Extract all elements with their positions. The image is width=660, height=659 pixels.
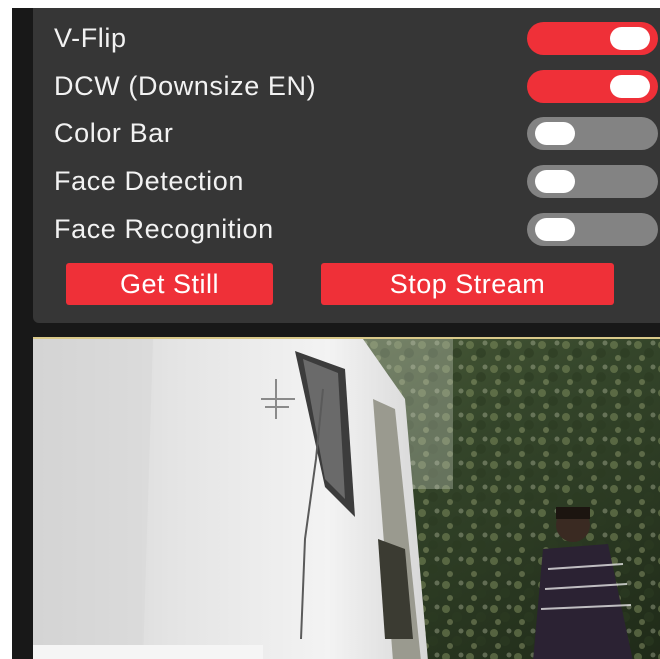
toggle-label-color-bar: Color Bar — [54, 118, 174, 148]
face-recognition-switch[interactable] — [527, 213, 658, 246]
switch-knob — [610, 75, 650, 98]
toggle-label-face-detection: Face Detection — [54, 166, 244, 196]
toggle-label-dcw: DCW (Downsize EN) — [54, 71, 317, 101]
switch-knob — [535, 170, 575, 193]
toggle-row-dcw: DCW (Downsize EN) — [54, 66, 660, 106]
toggle-label-face-recognition: Face Recognition — [54, 214, 274, 244]
switch-knob — [610, 27, 650, 50]
vflip-switch[interactable] — [527, 22, 658, 55]
color-bar-switch[interactable] — [527, 117, 658, 150]
stream-picture — [33, 339, 660, 659]
toggle-label-vflip: V-Flip — [54, 23, 127, 53]
stop-stream-button[interactable]: Stop Stream — [321, 263, 614, 305]
face-detection-switch[interactable] — [527, 165, 658, 198]
toggle-row-face-detection: Face Detection — [54, 161, 660, 201]
switch-knob — [535, 218, 575, 241]
get-still-button[interactable]: Get Still — [66, 263, 273, 305]
switch-knob — [535, 122, 575, 145]
dcw-switch[interactable] — [527, 70, 658, 103]
toggle-row-vflip: V-Flip — [54, 18, 660, 58]
camera-stream-image — [33, 337, 660, 659]
toggle-row-color-bar: Color Bar — [54, 113, 660, 153]
toggle-row-face-recognition: Face Recognition — [54, 209, 660, 249]
